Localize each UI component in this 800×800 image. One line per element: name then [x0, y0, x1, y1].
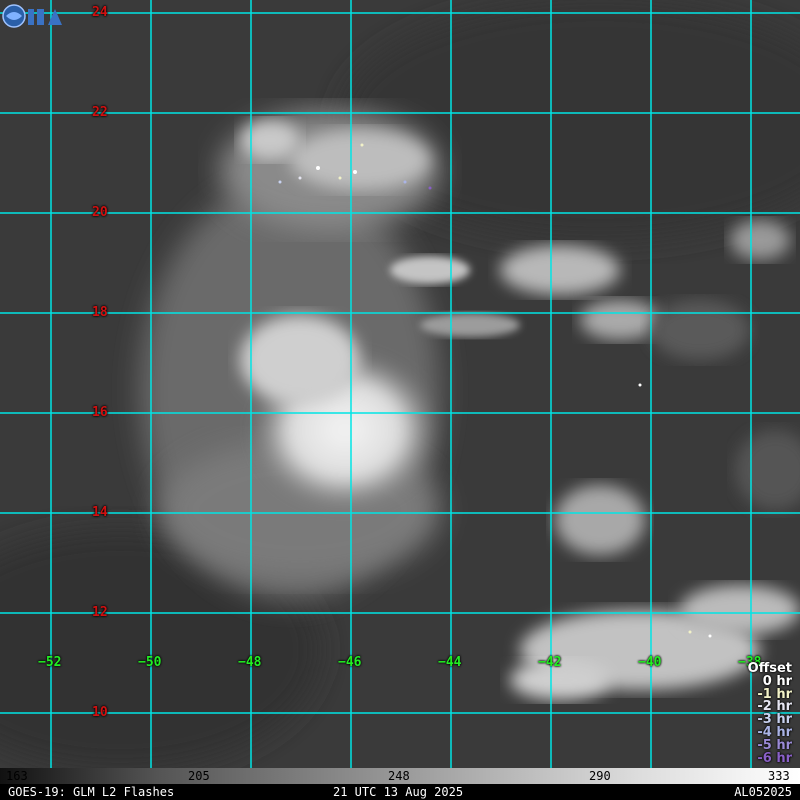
- lat-label-12: 12: [92, 605, 108, 620]
- lon-label-44: −44: [438, 655, 462, 670]
- lon-label-46: −46: [338, 655, 362, 670]
- legend-item-6hr: -6 hr: [757, 750, 792, 766]
- lat-label-18: 18: [92, 305, 108, 320]
- lon-label-40: −40: [638, 655, 662, 670]
- colorbar-tick-205: 205: [188, 769, 210, 783]
- satellite-viewer: 24 22 20 18 16 14 12 10 −52 −50 −48 −46 …: [0, 0, 800, 800]
- colorbar-tick-290: 290: [589, 769, 611, 783]
- satellite-image[interactable]: 24 22 20 18 16 14 12 10 −52 −50 −48 −46 …: [0, 0, 800, 768]
- offset-legend: Offset 0 hr -1 hr -2 hr -3 hr -4 hr -5 h…: [748, 662, 792, 766]
- storm-id-label: AL052025: [734, 785, 792, 799]
- lat-label-16: 16: [92, 405, 108, 420]
- lon-label-48: −48: [238, 655, 262, 670]
- product-label: GOES-19: GLM L2 Flashes: [8, 785, 175, 799]
- lat-label-14: 14: [92, 505, 108, 520]
- cira-logo-icon: [2, 4, 62, 28]
- timestamp-label: 21 UTC 13 Aug 2025: [333, 785, 464, 799]
- lon-label-52: −52: [38, 655, 62, 670]
- cloud-imagery: [0, 0, 800, 768]
- lon-label-42: −42: [538, 655, 562, 670]
- lat-label-20: 20: [92, 205, 108, 220]
- colorbar-tick-248: 248: [388, 769, 410, 783]
- colorbar-tick-333: 333: [768, 769, 790, 783]
- lat-label-24: 24: [92, 5, 108, 20]
- lat-label-10: 10: [92, 705, 108, 720]
- temperature-colorbar: 163 205 248 290 333: [0, 768, 800, 784]
- lon-label-50: −50: [138, 655, 162, 670]
- status-bar: GOES-19: GLM L2 Flashes 21 UTC 13 Aug 20…: [0, 784, 800, 800]
- colorbar-tick-163: 163: [6, 769, 28, 783]
- lat-label-22: 22: [92, 105, 108, 120]
